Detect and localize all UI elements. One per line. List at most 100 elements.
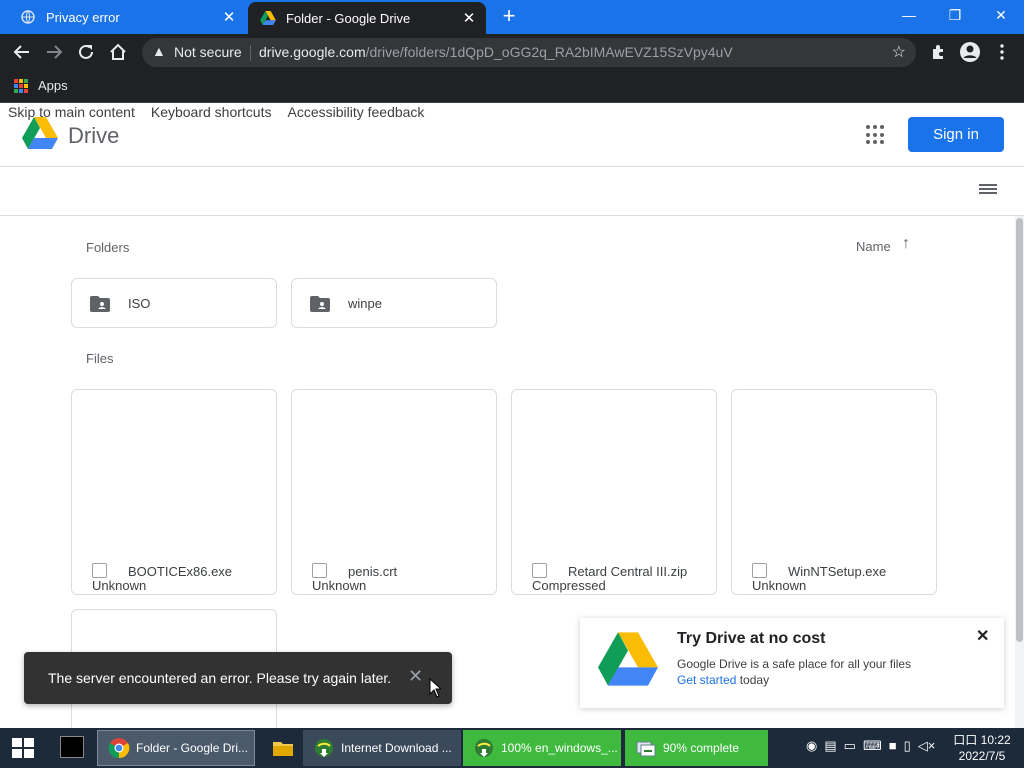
- tab-close-icon[interactable]: ✕: [220, 8, 238, 26]
- apps-bookmark[interactable]: Apps: [14, 78, 68, 93]
- system-tray: ◉ ▤ ▭ ⌨ ■ ▯ ◁×: [806, 738, 935, 754]
- folders-heading: Folders: [86, 240, 130, 255]
- skip-links: Skip to main content Keyboard shortcuts …: [8, 104, 424, 120]
- get-started-link[interactable]: Get started: [677, 673, 736, 687]
- file-card[interactable]: WinNTSetup.exe Unknown: [731, 389, 937, 595]
- folder-name: winpe: [348, 296, 382, 311]
- url-host: drive.google.com: [259, 44, 366, 60]
- chrome-icon: [108, 738, 130, 759]
- volume-muted-icon[interactable]: ◁×: [918, 738, 936, 754]
- windows-start-icon[interactable]: [12, 738, 34, 758]
- promo-cta-suffix: today: [736, 673, 770, 687]
- tab-google-drive[interactable]: Folder - Google Drive ✕: [248, 2, 486, 34]
- tab-privacy-error[interactable]: Privacy error ✕: [8, 0, 246, 34]
- taskbar-label: Folder - Google Dri...: [136, 741, 249, 755]
- file-type: Unknown: [92, 578, 147, 593]
- security-label[interactable]: Not secure: [174, 44, 242, 60]
- list-view-icon[interactable]: [979, 184, 997, 198]
- file-type: Compressed: [532, 578, 606, 593]
- mouse-cursor-icon: [429, 678, 441, 698]
- try-drive-promo: Try Drive at no cost Google Drive is a s…: [580, 618, 1004, 708]
- file-name: WinNTSetup.exe: [788, 564, 887, 579]
- tab-close-icon[interactable]: ✕: [460, 9, 478, 27]
- sort-by-name-button[interactable]: Name: [856, 239, 891, 254]
- reload-icon[interactable]: [74, 40, 98, 64]
- address-bar[interactable]: ▲ Not secure drive.google.com/drive/fold…: [142, 38, 916, 67]
- taskbar-label: Internet Download ...: [341, 741, 452, 755]
- accessibility-feedback-link[interactable]: Accessibility feedback: [287, 104, 424, 120]
- url-path: /drive/folders/1dQpD_oGG2q_RA2bIMAwEVZ15…: [365, 44, 733, 60]
- tab-title: Privacy error: [46, 9, 120, 25]
- sort-direction-icon[interactable]: ↑: [902, 235, 910, 253]
- network-icon[interactable]: ▤: [824, 738, 836, 754]
- snackbar-message: The server encountered an error. Please …: [48, 670, 392, 686]
- file-checkbox[interactable]: [92, 563, 107, 578]
- close-icon[interactable]: ✕: [976, 626, 989, 646]
- file-name: BOOTICEx86.exe: [128, 564, 233, 579]
- tab-strip: Privacy error ✕ Folder - Google Drive ✕ …: [0, 0, 1024, 34]
- page-scrollbar[interactable]: [1015, 216, 1024, 728]
- file-name: Retard Central III.zip: [568, 564, 688, 579]
- sign-in-button[interactable]: Sign in: [908, 117, 1004, 152]
- usb-device-icon[interactable]: ▯: [904, 738, 911, 754]
- globe-icon: [20, 9, 36, 25]
- warning-icon[interactable]: ▲: [152, 43, 166, 59]
- file-checkbox[interactable]: [532, 563, 547, 578]
- file-card[interactable]: BOOTICEx86.exe Unknown: [71, 389, 277, 595]
- close-window-button[interactable]: ✕: [978, 0, 1024, 32]
- google-apps-icon[interactable]: [866, 125, 886, 145]
- file-name: penis.crt: [348, 564, 398, 579]
- drive-page: Skip to main content Keyboard shortcuts …: [0, 103, 1024, 728]
- divider: [250, 45, 251, 61]
- more-menu-icon[interactable]: [990, 40, 1014, 64]
- command-prompt-icon[interactable]: [60, 736, 84, 758]
- tab-title: Folder - Google Drive: [286, 10, 411, 26]
- clock-date: 2022/7/5: [958, 749, 1006, 763]
- shared-folder-icon: [310, 296, 330, 312]
- drive-favicon-icon: [260, 10, 276, 26]
- folder-card[interactable]: winpe: [291, 278, 497, 328]
- extensions-icon[interactable]: [926, 40, 950, 64]
- taskbar-file-explorer[interactable]: [262, 730, 296, 766]
- promo-cta: Get started today: [677, 673, 769, 687]
- toolbar-divider: [0, 215, 1024, 216]
- new-tab-button[interactable]: +: [498, 5, 520, 27]
- ime-indicator[interactable]: 口口: [953, 733, 977, 747]
- copy-files-icon: [636, 741, 656, 757]
- taskbar-chrome[interactable]: Folder - Google Dri...: [97, 730, 255, 766]
- browser-toolbar: ▲ Not secure drive.google.com/drive/fold…: [0, 34, 1024, 70]
- url-text[interactable]: drive.google.com/drive/folders/1dQpD_oGG…: [259, 44, 733, 60]
- file-checkbox[interactable]: [752, 563, 767, 578]
- header-divider: [0, 166, 1024, 167]
- promo-text: Google Drive is a safe place for all you…: [677, 657, 912, 671]
- bookmark-star-icon[interactable]: ☆: [892, 42, 906, 62]
- shared-folder-icon: [90, 296, 110, 312]
- file-card[interactable]: penis.crt Unknown: [291, 389, 497, 595]
- system-clock[interactable]: 口口 10:22 2022/7/5: [952, 732, 1012, 764]
- folder-icon: [273, 742, 293, 756]
- download-manager-tray-icon[interactable]: ◉: [806, 738, 817, 754]
- restore-button[interactable]: ❐: [932, 0, 978, 32]
- home-icon[interactable]: [106, 40, 130, 64]
- keyboard-icon[interactable]: ⌨: [863, 738, 882, 754]
- drive-logo-text[interactable]: Drive: [68, 123, 119, 149]
- color-app-icon[interactable]: ■: [889, 738, 897, 754]
- globe-download-icon: [315, 739, 333, 757]
- taskbar-internet-download-manager[interactable]: Internet Download ...: [303, 730, 461, 766]
- forward-arrow-icon[interactable]: [42, 40, 66, 64]
- close-icon[interactable]: ✕: [408, 666, 423, 687]
- drive-logo-icon[interactable]: [22, 117, 58, 149]
- taskbar-label: 90% complete: [663, 741, 740, 755]
- folder-card[interactable]: ISO: [71, 278, 277, 328]
- taskbar-download-progress[interactable]: 100% en_windows_...: [463, 730, 621, 766]
- file-checkbox[interactable]: [312, 563, 327, 578]
- profile-avatar-icon[interactable]: [958, 40, 982, 64]
- back-arrow-icon[interactable]: [10, 40, 34, 64]
- keyboard-shortcuts-link[interactable]: Keyboard shortcuts: [151, 104, 272, 120]
- taskbar-copy-progress[interactable]: 90% complete: [625, 730, 768, 766]
- display-icon[interactable]: ▭: [844, 738, 856, 754]
- scrollbar-thumb[interactable]: [1016, 218, 1023, 642]
- file-type: Unknown: [312, 578, 367, 593]
- minimize-button[interactable]: —: [886, 0, 932, 32]
- file-card[interactable]: Retard Central III.zip Compressed: [511, 389, 717, 595]
